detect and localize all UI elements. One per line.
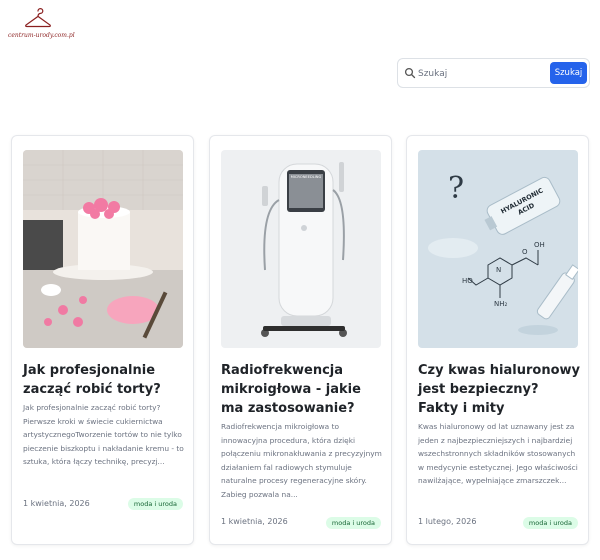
search-input[interactable] xyxy=(418,64,546,83)
article-title[interactable]: Czy kwas hialuronowy jest bezpieczny? Fa… xyxy=(418,361,580,418)
site-logo[interactable]: centrum-urody.com.pl xyxy=(8,8,75,42)
cake-photo xyxy=(23,150,183,348)
article-excerpt: Radiofrekwencja mikroigłowa to innowacyj… xyxy=(221,422,382,499)
hyaluronic-photo: ? HYALURONIC ACID NHONH₂OHO xyxy=(418,150,578,348)
article-title[interactable]: Radiofrekwencja mikroigłowa - jakie ma z… xyxy=(221,361,383,418)
article-card[interactable]: Jak profesjonalnie zacząć robić torty? J… xyxy=(11,135,194,545)
article-card[interactable]: ? HYALURONIC ACID N HO NH₂ OH O Czy kwas… xyxy=(406,135,589,545)
article-title[interactable]: Jak profesjonalnie zacząć robić torty? xyxy=(23,361,185,399)
device-screen-label: MICRONEEDLING xyxy=(291,175,322,179)
article-card[interactable]: MICRONEEDLING Radiofrekwencja mikroigłow… xyxy=(209,135,392,545)
device-photo: MICRONEEDLING xyxy=(221,150,381,348)
article-image-device[interactable]: MICRONEEDLING xyxy=(221,150,381,348)
article-image-hyaluronic[interactable]: ? HYALURONIC ACID N HO NH₂ OH O xyxy=(418,150,578,348)
category-badge[interactable]: moda i uroda xyxy=(325,517,381,529)
article-date: 1 kwietnia, 2026 xyxy=(23,499,90,508)
article-image-cake[interactable] xyxy=(23,150,183,348)
article-excerpt: Kwas hialuronowy od lat uznawany jest za… xyxy=(418,422,578,485)
search-button[interactable]: Szukaj xyxy=(550,62,587,84)
svg-text:N: N xyxy=(496,266,501,274)
svg-text:O: O xyxy=(522,248,528,256)
category-badge[interactable]: moda i uroda xyxy=(522,517,578,529)
search-bar: Szukaj xyxy=(397,58,590,88)
article-excerpt: Jak profesjonalnie zacząć robić torty? P… xyxy=(23,403,184,466)
svg-text:OH: OH xyxy=(534,241,545,249)
hanger-icon xyxy=(25,8,51,28)
article-date: 1 lutego, 2026 xyxy=(418,517,477,526)
svg-text:HO: HO xyxy=(462,277,473,285)
svg-text:NH₂: NH₂ xyxy=(494,300,508,308)
article-date: 1 kwietnia, 2026 xyxy=(221,517,288,526)
logo-text: centrum-urody.com.pl xyxy=(8,32,75,39)
category-badge[interactable]: moda i uroda xyxy=(127,498,183,510)
question-mark-icon: ? xyxy=(448,171,464,206)
search-icon xyxy=(404,67,416,79)
